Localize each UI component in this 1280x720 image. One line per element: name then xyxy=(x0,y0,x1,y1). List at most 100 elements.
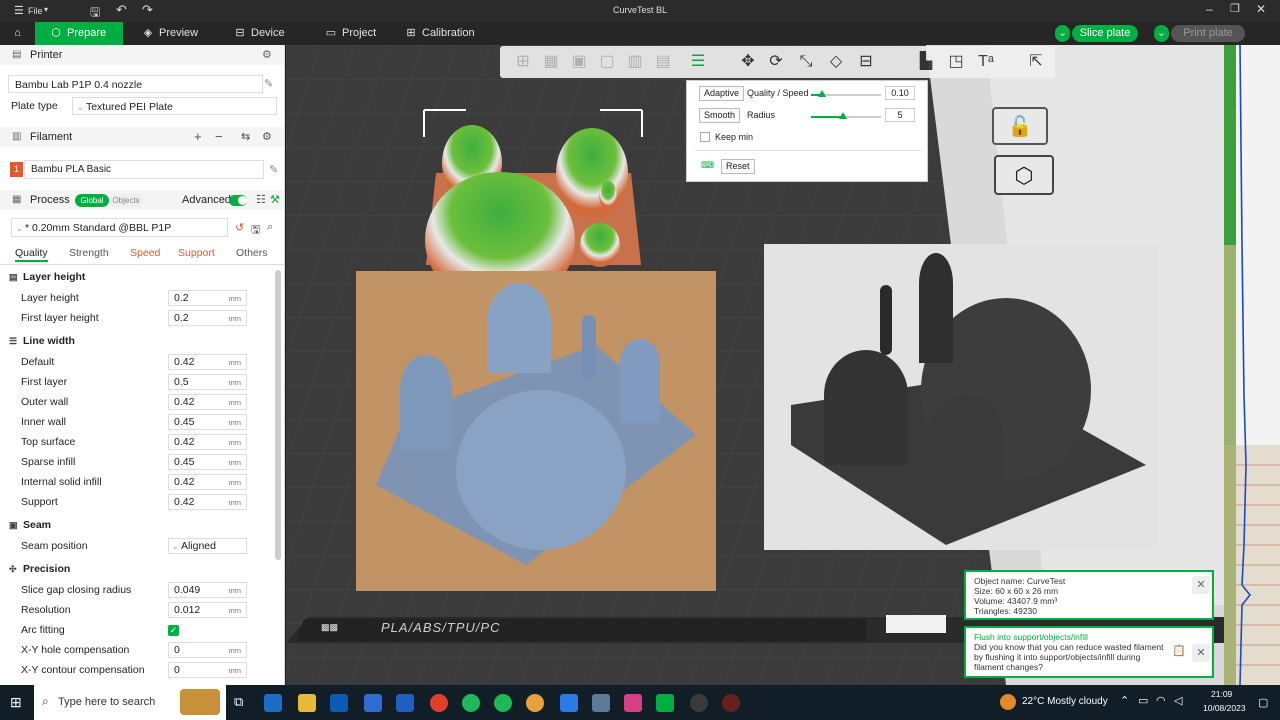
delete-icon[interactable]: ▢ xyxy=(594,49,620,75)
adaptive-button[interactable]: Adaptive xyxy=(699,86,745,101)
lay-on-face-icon[interactable]: ◇ xyxy=(823,49,849,75)
weather-text[interactable]: 22°C Mostly cloudy xyxy=(1022,696,1108,707)
smooth-button[interactable]: Smooth xyxy=(699,108,741,123)
chevron-up-icon[interactable]: ⌃ xyxy=(1120,694,1129,707)
setting-input[interactable]: 0.049 mm xyxy=(168,582,247,598)
windows-start-icon[interactable]: ⊞ xyxy=(10,694,22,711)
model-pin[interactable] xyxy=(599,181,617,209)
objects-toggle[interactable]: Objects xyxy=(109,194,143,207)
sidebar-scrollbar[interactable] xyxy=(275,270,281,560)
support-paint-icon[interactable]: ▙ xyxy=(913,49,939,75)
radius-value-input[interactable]: 5 xyxy=(885,108,915,122)
printer-settings-gear-icon[interactable]: ⚙ xyxy=(262,45,272,65)
sync-filament-icon[interactable]: ⇆ xyxy=(241,127,250,147)
add-object-icon[interactable]: ⊞ xyxy=(510,49,536,75)
file-explorer-icon[interactable] xyxy=(298,694,316,712)
volume-icon[interactable]: ◁ xyxy=(1174,694,1182,707)
app-record-icon[interactable] xyxy=(722,694,740,712)
filament-select[interactable]: Bambu PLA Basic xyxy=(24,160,264,179)
maximize-icon[interactable]: ❐ xyxy=(1230,2,1240,15)
remove-filament-icon[interactable]: − xyxy=(215,127,223,147)
lock-icon[interactable]: 🔓 xyxy=(992,107,1048,145)
search-icon[interactable]: ⌕ xyxy=(267,221,273,234)
add-filament-icon[interactable]: + xyxy=(194,127,202,147)
seam-position-select[interactable]: ⌄ Aligned xyxy=(168,538,247,554)
slice-plate-button[interactable]: Slice plate xyxy=(1072,25,1138,42)
rotate-icon[interactable]: ⟳ xyxy=(763,49,789,75)
scale-icon[interactable]: ⤡ xyxy=(793,49,819,75)
network-icon[interactable]: ▭ xyxy=(1138,694,1148,707)
tab-speed[interactable]: Speed xyxy=(130,247,160,259)
measure-icon[interactable]: ⇱ xyxy=(1023,49,1049,75)
setting-input[interactable]: 0.42 mm xyxy=(168,434,247,450)
close-icon[interactable]: ✕ xyxy=(1256,2,1266,16)
bambu-studio-icon[interactable] xyxy=(656,694,674,712)
setting-input[interactable]: 0.42 mm xyxy=(168,474,247,490)
app-c-icon[interactable] xyxy=(560,694,578,712)
setting-input[interactable]: 0.42 mm xyxy=(168,394,247,410)
clock-time[interactable]: 21:09 xyxy=(1211,689,1232,699)
setting-input[interactable]: 0.012 mm xyxy=(168,602,247,618)
global-toggle[interactable]: Global xyxy=(75,194,109,207)
app-b-icon[interactable] xyxy=(690,694,708,712)
split-icon[interactable]: ▤ xyxy=(650,49,676,75)
setting-input[interactable]: 0.2 mm xyxy=(168,290,247,306)
radius-slider[interactable] xyxy=(811,112,881,119)
slice-dropdown[interactable]: ⌄ xyxy=(1055,25,1070,42)
filament-slot-badge[interactable]: 1 xyxy=(10,162,23,177)
compare-icon[interactable]: ☷ xyxy=(256,190,266,210)
seam-paint-icon[interactable]: ◳ xyxy=(943,49,969,75)
chrome-icon[interactable] xyxy=(526,694,544,712)
mail-icon[interactable] xyxy=(364,694,382,712)
tab-calibration[interactable]: ⊞ Calibration xyxy=(398,22,498,45)
setting-input[interactable]: 0.2 mm xyxy=(168,310,247,326)
model-dome-right[interactable] xyxy=(556,128,628,218)
headphones-icon[interactable] xyxy=(264,694,282,712)
process-preset-select[interactable]: ⌄ * 0.20mm Standard @BBL P1P xyxy=(11,218,228,237)
firefox-icon[interactable] xyxy=(430,694,448,712)
app-cloud-icon[interactable] xyxy=(592,694,610,712)
minimize-icon[interactable]: – xyxy=(1206,2,1213,16)
edit-filament-icon[interactable]: ✎ xyxy=(269,163,278,176)
setting-input[interactable]: 0.42 mm xyxy=(168,494,247,510)
home-button[interactable]: ⌂ xyxy=(0,22,35,45)
text-icon[interactable]: Tᵃ xyxy=(973,49,999,75)
weather-icon[interactable] xyxy=(1000,694,1016,710)
print-dropdown[interactable]: ⌄ xyxy=(1154,25,1169,42)
save-preset-icon[interactable]: 🖫 xyxy=(251,221,260,240)
layer-slider-strip[interactable] xyxy=(1224,45,1280,685)
filament-settings-gear-icon[interactable]: ⚙ xyxy=(262,127,272,147)
store-icon[interactable] xyxy=(330,694,348,712)
taskbar-search-box[interactable]: ⌕ Type here to search xyxy=(34,685,226,720)
variable-layer-height-icon[interactable]: ☰ xyxy=(685,49,711,75)
tab-support[interactable]: Support xyxy=(178,247,215,259)
edit-printer-icon[interactable]: ✎ xyxy=(264,77,273,90)
instagram-icon[interactable] xyxy=(624,694,642,712)
tab-others[interactable]: Others xyxy=(236,247,268,259)
close-icon[interactable]: ✕ xyxy=(1192,644,1210,662)
printer-select[interactable]: Bambu Lab P1P 0.4 nozzle xyxy=(8,75,263,93)
orient-icon[interactable]: ▣ xyxy=(566,49,592,75)
model-dome-small-right[interactable] xyxy=(580,223,620,267)
clipboard-icon[interactable]: 📋 xyxy=(1172,644,1186,657)
move-icon[interactable]: ✥ xyxy=(735,49,761,75)
tab-prepare[interactable]: ⬡ Prepare xyxy=(35,22,123,45)
advanced-switch[interactable] xyxy=(229,195,247,206)
hexagon-icon[interactable]: ⬡ xyxy=(994,155,1054,195)
wand-icon[interactable]: ⚒ xyxy=(270,190,280,210)
wifi-icon[interactable]: ◠ xyxy=(1156,694,1166,707)
reset-button[interactable]: Reset xyxy=(721,159,755,174)
setting-input[interactable]: 0 mm xyxy=(168,642,247,658)
close-icon[interactable]: ✕ xyxy=(1192,576,1210,594)
tab-strength[interactable]: Strength xyxy=(69,247,109,259)
spotify-icon[interactable] xyxy=(494,694,512,712)
arc-fitting-checkbox[interactable]: ✓ xyxy=(168,625,179,636)
setting-input[interactable]: 0.42 mm xyxy=(168,354,247,370)
task-view-icon[interactable]: ⧉ xyxy=(234,694,243,710)
tab-quality[interactable]: Quality xyxy=(15,247,48,262)
notifications-icon[interactable]: ▢ xyxy=(1258,696,1268,709)
add-plate-icon[interactable]: ▦ xyxy=(538,49,564,75)
arrange-icon[interactable]: ▥ xyxy=(622,49,648,75)
cut-icon[interactable]: ⊟ xyxy=(853,49,879,75)
tab-device[interactable]: ⊟ Device xyxy=(227,22,307,45)
